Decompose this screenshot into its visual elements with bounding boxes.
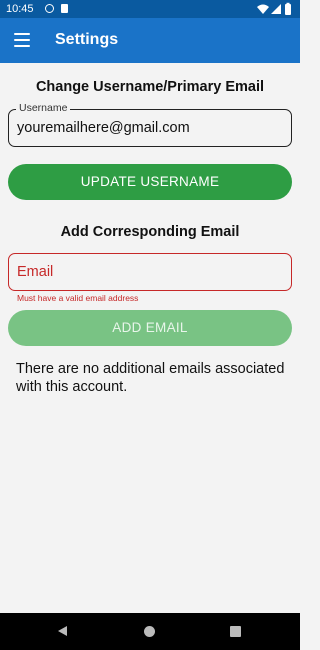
email-field[interactable]: Email bbox=[8, 253, 292, 291]
username-field-label: Username bbox=[16, 102, 71, 114]
home-icon[interactable] bbox=[144, 626, 155, 637]
add-email-button[interactable]: ADD EMAIL bbox=[8, 310, 292, 346]
battery-icon bbox=[285, 4, 291, 15]
email-field-placeholder: Email bbox=[17, 264, 54, 280]
app-bar: Settings bbox=[0, 18, 300, 63]
status-icons bbox=[257, 2, 291, 15]
navigation-bar bbox=[0, 613, 300, 650]
page-title: Settings bbox=[55, 31, 119, 48]
signal-icon bbox=[271, 4, 281, 14]
status-bar: 10:45 bbox=[0, 0, 300, 18]
no-emails-message: There are no additional emails associate… bbox=[16, 361, 285, 395]
add-email-heading: Add Corresponding Email bbox=[60, 224, 240, 240]
status-time: 10:45 bbox=[6, 3, 34, 15]
recents-icon[interactable] bbox=[230, 626, 241, 637]
wifi-icon bbox=[257, 4, 269, 14]
username-field[interactable]: Username youremailhere@gmail.com bbox=[8, 102, 292, 147]
sd-card-icon bbox=[61, 4, 68, 13]
email-error-text: Must have a valid email address bbox=[17, 293, 139, 303]
back-icon[interactable] bbox=[58, 626, 67, 636]
username-field-value[interactable]: youremailhere@gmail.com bbox=[17, 120, 190, 136]
update-username-button[interactable]: UPDATE USERNAME bbox=[8, 164, 292, 200]
change-username-heading: Change Username/Primary Email bbox=[35, 79, 265, 95]
hamburger-menu-icon[interactable] bbox=[14, 33, 30, 47]
notification-icon bbox=[45, 4, 54, 13]
